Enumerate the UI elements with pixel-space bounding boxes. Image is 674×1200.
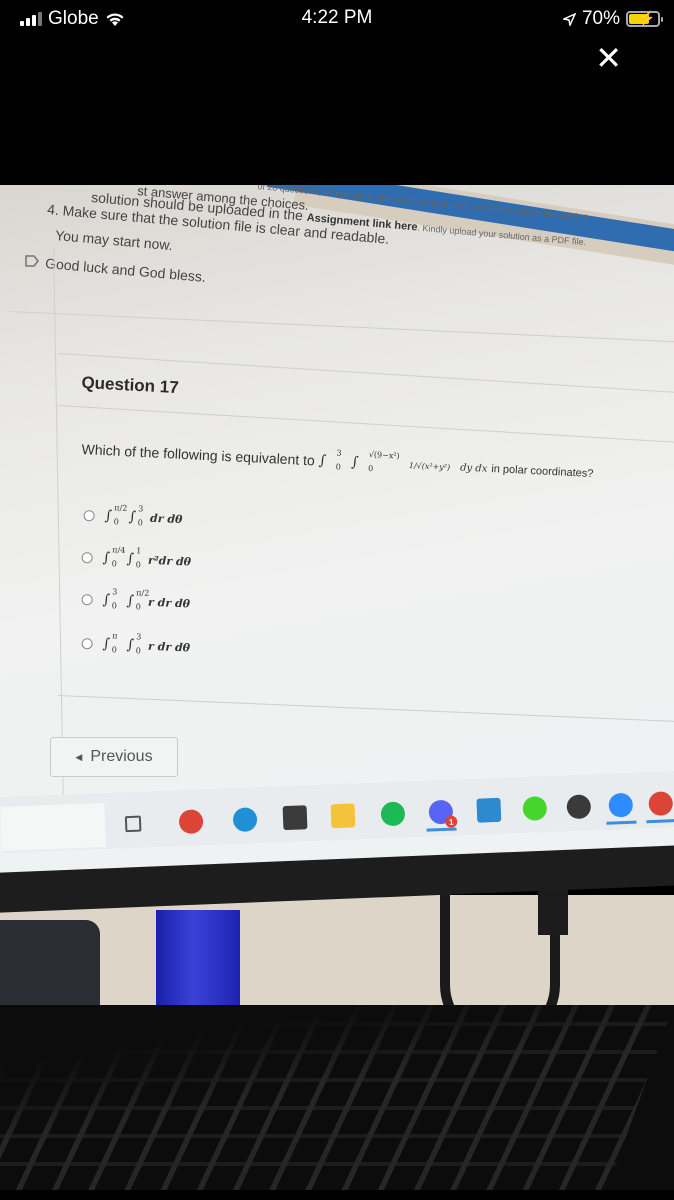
answer-option[interactable]: ∫ π/4 0 ∫ 1 0 r²dr dθ (81, 544, 192, 570)
photo-viewer: Globe 4:22 PM 70% ⚡ ✕ of 28 questions; 1… (0, 0, 674, 1200)
answer-option[interactable]: ∫ π/2 0 ∫ 3 0 dr dθ (83, 502, 183, 527)
caret-left-icon: ◀ (75, 751, 83, 762)
integral-sign: ∫ (104, 507, 113, 525)
answer-option[interactable]: ∫ π 0 ∫ 3 0 r dr dθ (81, 630, 191, 656)
edge-icon[interactable] (232, 807, 258, 833)
option-integrand: r dr dθ (147, 595, 191, 611)
status-bar: Globe 4:22 PM 70% ⚡ (0, 0, 674, 40)
prompt-text-end: in polar coordinates? (491, 463, 594, 481)
task-view-icon[interactable] (124, 815, 142, 833)
outer-limits: π/4 0 (111, 544, 126, 568)
prompt-integrand: 1/√(x²+y²) (408, 460, 451, 472)
inner-limits: π/2 0 (135, 587, 150, 611)
status-right: 70% ⚡ (562, 8, 663, 30)
question-title: Question 17 (81, 373, 180, 398)
taskbar-search-box[interactable] (0, 803, 106, 851)
option-integral: ∫ π 0 ∫ 3 0 r dr dθ (102, 630, 191, 656)
previous-button[interactable]: ◀ Previous (50, 737, 178, 777)
spotify-icon[interactable] (380, 801, 406, 827)
integral-sign: ∫ (126, 592, 135, 610)
close-button[interactable]: ✕ (595, 42, 622, 74)
battery-percent: 70% (581, 8, 620, 29)
charging-bolt-icon: ⚡ (638, 10, 656, 26)
option-integrand: dr dθ (149, 511, 183, 526)
zoom-icon[interactable] (608, 792, 634, 818)
answer-option[interactable]: ∫ 3 0 ∫ π/2 0 r dr dθ (81, 586, 191, 612)
bottom-bar (0, 1190, 674, 1200)
outer-limits: π0 (111, 630, 118, 654)
radio-button[interactable] (81, 637, 93, 649)
integral-sign: ∫ (126, 550, 135, 568)
previous-label: Previous (90, 748, 153, 765)
radio-button[interactable] (83, 509, 95, 521)
inner-limits: 30 (137, 503, 144, 527)
radio-button[interactable] (81, 593, 93, 605)
inner-limits: 30 (135, 631, 142, 655)
radio-button[interactable] (81, 551, 93, 563)
bookmark-flag-icon[interactable] (24, 253, 40, 269)
photo: of 28 questions; 16 questions are worth … (0, 185, 674, 1190)
integral-sign: ∫ (126, 636, 135, 654)
outer-limits: π/2 0 (113, 502, 128, 526)
monitor-screen: of 28 questions; 16 questions are worth … (0, 185, 674, 875)
option-integral: ∫ 3 0 ∫ π/2 0 r dr dθ (102, 586, 191, 612)
steelseries-icon[interactable] (566, 794, 592, 820)
active-indicator (606, 820, 637, 825)
notification-badge: 1 (445, 815, 458, 828)
option-integral: ∫ π/2 0 ∫ 3 0 dr dθ (104, 502, 183, 527)
windows-taskbar: 1 (0, 770, 674, 853)
chrome-icon[interactable] (178, 809, 204, 835)
card-left-border (53, 247, 64, 807)
file-explorer-icon[interactable] (330, 803, 356, 829)
keyboard (0, 1005, 674, 1190)
integral-sign: ∫ (102, 549, 111, 567)
divider (9, 311, 674, 343)
outer-limits: 30 (111, 586, 118, 610)
discord-icon[interactable]: 1 (428, 799, 458, 828)
keyboard-shadow (0, 1005, 674, 1190)
active-indicator (426, 827, 457, 832)
location-icon (562, 12, 576, 26)
card-header-border (57, 405, 674, 443)
prompt-integral: ∫ 3 0 ∫ √(9−x²) 0 1/√(x²+y²) dy dx (318, 447, 488, 475)
prompt-differentials: dy dx (459, 462, 488, 475)
microsoft-store-icon[interactable] (282, 805, 308, 831)
mail-icon[interactable] (476, 797, 502, 823)
active-indicator (646, 819, 674, 824)
cable-plug (538, 885, 568, 935)
integral-sign: ∫ (102, 635, 111, 653)
option-integral: ∫ π/4 0 ∫ 1 0 r²dr dθ (102, 544, 192, 570)
option-integrand: r dr dθ (147, 639, 191, 655)
question-prompt: Which of the following is equivalent to … (81, 441, 594, 482)
instruction-line-5: You may start now. (54, 227, 174, 254)
chrome-profile-icon[interactable] (648, 791, 674, 817)
card-bottom-border (57, 695, 674, 722)
inner-limits: 10 (135, 545, 142, 569)
instruction-line-6: Good luck and God bless. (44, 255, 207, 285)
battery-icon: ⚡ (626, 10, 663, 27)
razer-icon[interactable] (522, 796, 548, 821)
prompt-text: Which of the following is equivalent to (81, 441, 316, 469)
integral-sign: ∫ (102, 591, 111, 609)
integral-sign: ∫ (128, 508, 137, 526)
option-integrand: r²dr dθ (147, 553, 192, 569)
